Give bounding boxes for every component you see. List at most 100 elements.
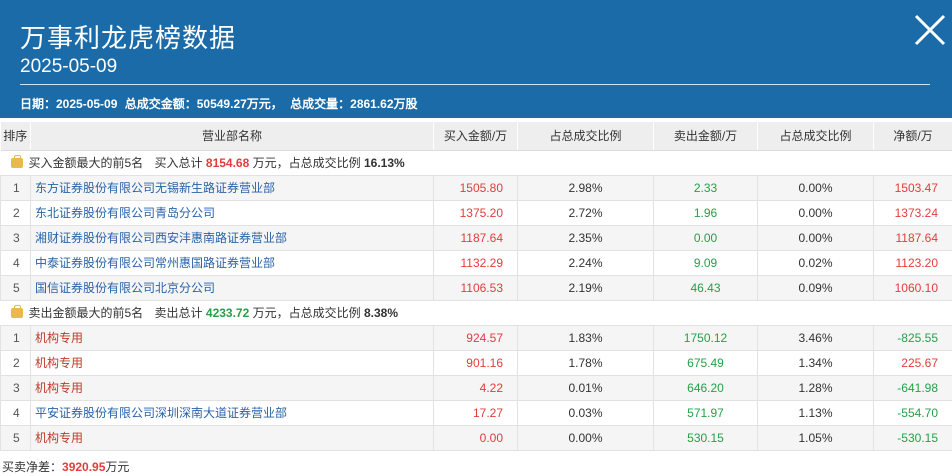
table-row: 3 机构专用 4.22 0.01% 646.20 1.28% -641.98 <box>0 374 952 401</box>
branch-link[interactable]: 东方证券股份有限公司无锡新生路证券营业部 <box>30 174 434 201</box>
sell-group-ratio: 8.38% <box>363 306 399 320</box>
sell-ratio: 0.00% <box>757 224 874 251</box>
buy-amount: 901.16 <box>433 349 518 376</box>
sell-group-label: 卖出金额最大的前5名 <box>28 306 144 320</box>
net-amount: 225.67 <box>873 349 952 376</box>
table-header-row: 排序 营业部名称 买入金额/万 占总成交比例 卖出金额/万 占总成交比例 净额/… <box>0 122 952 151</box>
branch-link[interactable]: 机构专用 <box>30 424 434 451</box>
table-row: 5 国信证券股份有限公司北京分公司 1106.53 2.19% 46.43 0.… <box>0 274 952 301</box>
sell-ratio: 1.13% <box>757 399 874 426</box>
row-rank: 2 <box>0 199 31 226</box>
buy-ratio: 2.19% <box>517 274 654 301</box>
net-amount: 1373.24 <box>873 199 952 226</box>
net-difference: 买卖净差：3920.95万元 <box>2 458 129 475</box>
sell-total-value: 4233.72 <box>205 306 250 320</box>
col-sell-ratio: 占总成交比例 <box>757 122 874 151</box>
branch-link[interactable]: 机构专用 <box>30 349 434 376</box>
table-row: 2 东北证券股份有限公司青岛分公司 1375.20 2.72% 1.96 0.0… <box>0 199 952 226</box>
buy-ratio: 2.35% <box>517 224 654 251</box>
branch-link[interactable]: 国信证券股份有限公司北京分公司 <box>30 274 434 301</box>
net-amount: -825.55 <box>873 324 952 351</box>
table-row: 1 机构专用 924.57 1.83% 1750.12 3.46% -825.5… <box>0 324 952 351</box>
summary-line: 日期：2025-05-09 总成交金额：50549.27万元， 总成交量：286… <box>20 95 422 112</box>
page-title: 万事利龙虎榜数据 <box>20 23 237 53</box>
col-branch-name: 营业部名称 <box>30 122 434 151</box>
summary-amount: 总成交金额：50549.27万元， <box>124 97 283 111</box>
net-amount: 1060.10 <box>873 274 952 301</box>
sell-ratio: 1.28% <box>757 374 874 401</box>
buy-group-label: 买入金额最大的前5名 <box>28 156 144 170</box>
buy-amount: 0.00 <box>433 424 518 451</box>
dragon-tiger-table: 排序 营业部名称 买入金额/万 占总成交比例 卖出金额/万 占总成交比例 净额/… <box>0 122 952 451</box>
buy-ratio: 2.72% <box>517 199 654 226</box>
sell-ratio: 0.09% <box>757 274 874 301</box>
sell-amount: 2.33 <box>653 174 758 201</box>
buy-amount: 1187.64 <box>433 224 518 251</box>
sell-group-unit: 万元，占总成交比例 <box>252 306 361 320</box>
header-banner: 万事利龙虎榜数据 2025-05-09 日期：2025-05-09 总成交金额：… <box>0 0 952 118</box>
net-amount: -554.70 <box>873 399 952 426</box>
branch-link[interactable]: 中泰证券股份有限公司常州惠国路证券营业部 <box>30 249 434 276</box>
sell-group-row: 卖出金额最大的前5名 卖出总计 4233.72 万元，占总成交比例 8.38% <box>0 299 952 326</box>
col-net-amount: 净额/万 <box>873 122 952 151</box>
buy-ratio: 1.78% <box>517 349 654 376</box>
net-amount: 1503.47 <box>873 174 952 201</box>
buy-group-row: 买入金额最大的前5名 买入总计 8154.68 万元，占总成交比例 16.13% <box>0 149 952 176</box>
branch-link[interactable]: 机构专用 <box>30 374 434 401</box>
table-row: 4 平安证券股份有限公司深圳深南大道证券营业部 17.27 0.03% 571.… <box>0 399 952 426</box>
net-difference-value: 3920.95 <box>62 460 106 474</box>
sell-ratio: 0.02% <box>757 249 874 276</box>
buy-group-unit: 万元，占总成交比例 <box>252 156 361 170</box>
net-amount: 1123.20 <box>873 249 952 276</box>
table-row: 1 东方证券股份有限公司无锡新生路证券营业部 1505.80 2.98% 2.3… <box>0 174 952 201</box>
sell-amount: 1.96 <box>653 199 758 226</box>
buy-amount: 924.57 <box>433 324 518 351</box>
buy-amount: 1132.29 <box>433 249 518 276</box>
branch-link[interactable]: 东北证券股份有限公司青岛分公司 <box>30 199 434 226</box>
col-buy-ratio: 占总成交比例 <box>517 122 654 151</box>
sell-ratio: 1.05% <box>757 424 874 451</box>
net-difference-label: 买卖净差： <box>2 460 63 474</box>
sell-amount: 571.97 <box>653 399 758 426</box>
branch-link[interactable]: 机构专用 <box>30 324 434 351</box>
net-amount: -530.15 <box>873 424 952 451</box>
col-rank: 排序 <box>0 122 31 151</box>
sell-amount: 0.00 <box>653 224 758 251</box>
buy-amount: 1375.20 <box>433 199 518 226</box>
buy-ratio: 0.01% <box>517 374 654 401</box>
table-row: 4 中泰证券股份有限公司常州惠国路证券营业部 1132.29 2.24% 9.0… <box>0 249 952 276</box>
col-buy-amount: 买入金额/万 <box>433 122 518 151</box>
sell-amount: 46.43 <box>653 274 758 301</box>
buy-amount: 4.22 <box>433 374 518 401</box>
table-row: 2 机构专用 901.16 1.78% 675.49 1.34% 225.67 <box>0 349 952 376</box>
buy-ratio: 0.03% <box>517 399 654 426</box>
row-rank: 5 <box>0 274 31 301</box>
col-sell-amount: 卖出金额/万 <box>653 122 758 151</box>
bag-icon <box>10 155 23 168</box>
sell-ratio: 0.00% <box>757 174 874 201</box>
row-rank: 1 <box>0 174 31 201</box>
bag-icon <box>10 305 23 318</box>
header-divider <box>20 84 930 85</box>
sell-ratio: 1.34% <box>757 349 874 376</box>
branch-link[interactable]: 平安证券股份有限公司深圳深南大道证券营业部 <box>30 399 434 426</box>
branch-link[interactable]: 湘财证券股份有限公司西安沣惠南路证券营业部 <box>30 224 434 251</box>
buy-ratio: 1.83% <box>517 324 654 351</box>
buy-group-ratio: 16.13% <box>363 156 405 170</box>
buy-ratio: 0.00% <box>517 424 654 451</box>
summary-date: 日期：2025-05-09 <box>20 97 118 111</box>
buy-amount: 1106.53 <box>433 274 518 301</box>
sell-amount: 675.49 <box>653 349 758 376</box>
sell-amount: 646.20 <box>653 374 758 401</box>
net-amount: 1187.64 <box>873 224 952 251</box>
buy-ratio: 2.24% <box>517 249 654 276</box>
row-rank: 3 <box>0 374 31 401</box>
buy-ratio: 2.98% <box>517 174 654 201</box>
summary-volume: 总成交量：2861.62万股 <box>290 97 418 111</box>
sell-total-label: 卖出总计 <box>154 306 203 320</box>
row-rank: 1 <box>0 324 31 351</box>
close-icon[interactable] <box>912 12 948 48</box>
sell-ratio: 0.00% <box>757 199 874 226</box>
sell-amount: 9.09 <box>653 249 758 276</box>
page-date: 2025-05-09 <box>20 56 118 77</box>
